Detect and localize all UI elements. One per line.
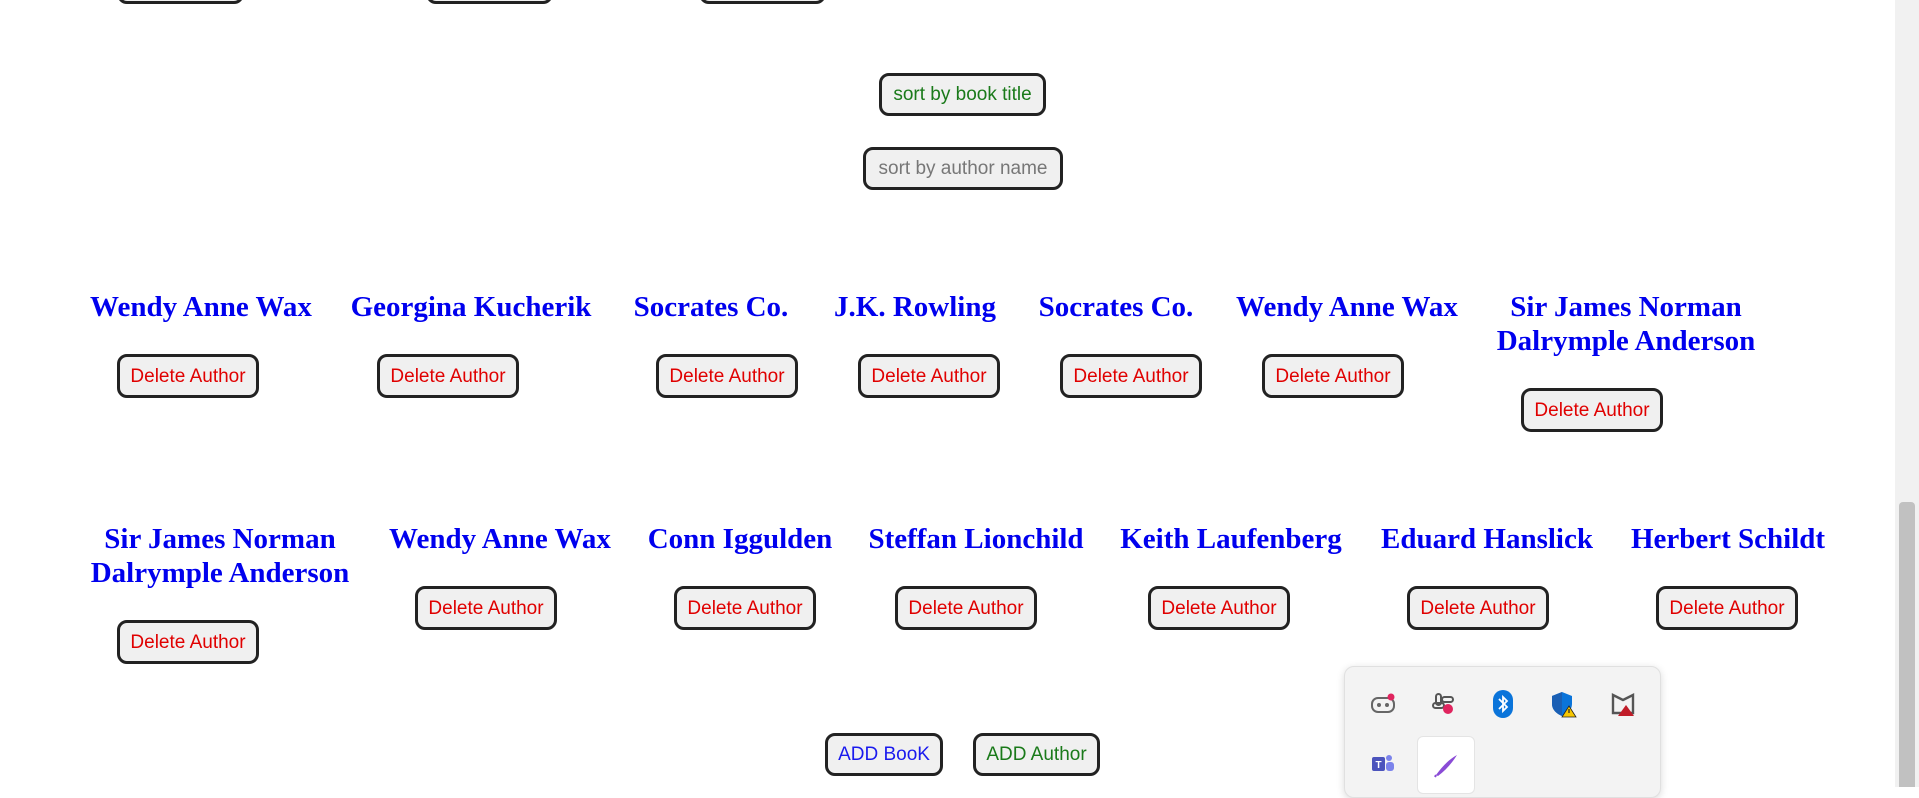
delete-author-button[interactable]: Delete Author: [858, 354, 1000, 398]
add-book-button[interactable]: ADD BooK: [825, 733, 943, 776]
scrollbar-thumb[interactable]: [1899, 502, 1915, 787]
author-name: Socrates Co.: [633, 291, 789, 323]
add-author-button[interactable]: ADD Author: [973, 733, 1100, 776]
author-name: Wendy Anne Wax: [389, 523, 611, 555]
mcafee-icon[interactable]: [1603, 684, 1643, 724]
partial-button-1[interactable]: [117, 0, 244, 4]
author-name: Herbert Schildt: [1630, 523, 1826, 555]
author-name: Wendy Anne Wax: [1236, 291, 1458, 323]
author-name: Steffan Lionchild: [868, 523, 1084, 555]
delete-author-button[interactable]: Delete Author: [656, 354, 798, 398]
copilot-icon[interactable]: [1363, 684, 1403, 724]
svg-text:T: T: [1375, 760, 1381, 771]
delete-author-button[interactable]: Delete Author: [1521, 388, 1663, 432]
system-tray-overflow: T: [1344, 666, 1661, 798]
delete-author-button[interactable]: Delete Author: [674, 586, 816, 630]
sort-by-title-button[interactable]: sort by book title: [879, 73, 1046, 116]
author-name: Keith Laufenberg: [1120, 523, 1342, 555]
delete-author-button[interactable]: Delete Author: [117, 354, 259, 398]
author-name: J.K. Rowling: [834, 291, 996, 323]
delete-author-button[interactable]: Delete Author: [1407, 586, 1549, 630]
pen-icon[interactable]: [1417, 736, 1475, 794]
author-name: Sir James Norman Dalrymple Anderson: [90, 523, 350, 589]
defender-icon[interactable]: [1543, 684, 1583, 724]
delete-author-button[interactable]: Delete Author: [1656, 586, 1798, 630]
slack-icon[interactable]: [1423, 684, 1463, 724]
bluetooth-icon[interactable]: [1483, 684, 1523, 724]
delete-author-button[interactable]: Delete Author: [895, 586, 1037, 630]
delete-author-button[interactable]: Delete Author: [1148, 586, 1290, 630]
vertical-scrollbar[interactable]: [1895, 0, 1919, 787]
author-name: Wendy Anne Wax: [90, 291, 312, 323]
author-name: Sir James Norman Dalrymple Anderson: [1496, 291, 1756, 357]
author-name: Conn Iggulden: [647, 523, 833, 555]
teams-icon[interactable]: T: [1363, 744, 1403, 784]
partial-button-2[interactable]: [426, 0, 553, 4]
author-name: Socrates Co.: [1038, 291, 1194, 323]
partial-button-3[interactable]: [699, 0, 826, 4]
delete-author-button[interactable]: Delete Author: [377, 354, 519, 398]
delete-author-button[interactable]: Delete Author: [1262, 354, 1404, 398]
delete-author-button[interactable]: Delete Author: [415, 586, 557, 630]
delete-author-button[interactable]: Delete Author: [117, 620, 259, 664]
author-name: Georgina Kucherik: [350, 291, 592, 323]
sort-by-author-button[interactable]: sort by author name: [863, 147, 1063, 190]
delete-author-button[interactable]: Delete Author: [1060, 354, 1202, 398]
author-name: Eduard Hanslick: [1381, 523, 1593, 555]
